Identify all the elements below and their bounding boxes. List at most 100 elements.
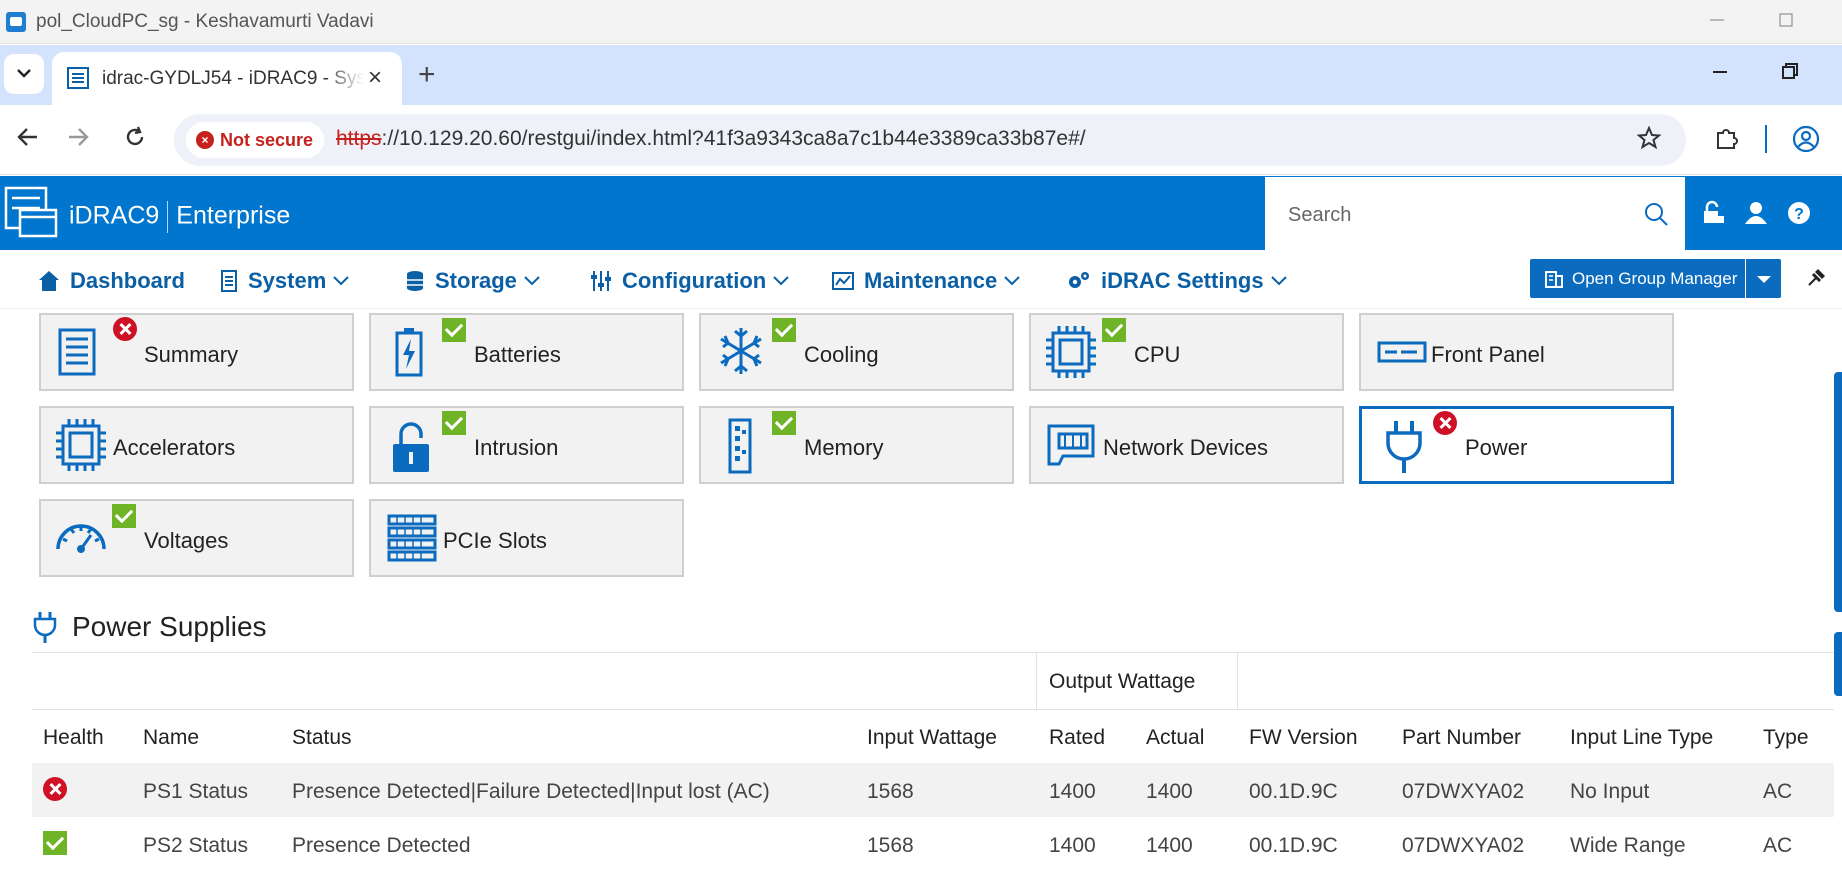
tile-intrusion[interactable]: Intrusion [369, 406, 684, 484]
page-scrollbar-thumb[interactable] [1834, 372, 1842, 612]
tile-accelerators[interactable]: Accelerators [39, 406, 354, 484]
tile-label: Cooling [804, 342, 879, 367]
monitor-chart-icon [832, 272, 854, 290]
not-secure-chip[interactable]: × Not secure [186, 122, 324, 158]
cpu-chip-icon [1046, 326, 1096, 378]
browser-tab-active[interactable]: idrac-GYDLJ54 - iDRAC9 - System × [52, 52, 402, 105]
cell-part-number: 07DWXYA02 [1402, 834, 1525, 857]
group-manager-dropdown-button[interactable] [1746, 259, 1781, 298]
profile-icon[interactable] [1792, 125, 1820, 153]
cell-input-wattage: 1568 [867, 780, 914, 803]
tile-label: Intrusion [474, 435, 559, 460]
cell-name: PS2 Status [143, 834, 249, 857]
col-actual[interactable]: Actual [1146, 726, 1204, 750]
tile-label: Accelerators [113, 435, 236, 460]
minimize-icon [1710, 19, 1724, 21]
cell-fw-version: 00.1D.9C [1249, 780, 1338, 803]
bookmark-star-icon[interactable] [1637, 126, 1661, 150]
side-panel-handle[interactable] [1834, 632, 1842, 696]
chevron-down-icon [773, 276, 789, 286]
search-icon[interactable] [1643, 201, 1669, 227]
status-error-icon [1433, 411, 1457, 435]
cloud-pc-app-icon [6, 12, 26, 32]
url-text[interactable]: https://10.129.20.60/restgui/index.html?… [336, 127, 1086, 151]
tile-power[interactable]: Power [1359, 406, 1674, 484]
tile-summary[interactable]: Summary [39, 313, 354, 391]
url-path: ://10.129.20.60/restgui/index.html?41f3a… [381, 127, 1086, 150]
not-secure-label: Not secure [220, 130, 314, 150]
nav-maintenance-label: Maintenance [864, 268, 998, 293]
col-type[interactable]: Type [1763, 726, 1809, 750]
chevron-down-icon [1004, 276, 1020, 286]
tile-cooling[interactable]: Cooling [699, 313, 1014, 391]
pcie-slots-icon [387, 514, 437, 562]
cell-actual: 1400 [1146, 780, 1193, 803]
tile-label: PCIe Slots [443, 528, 547, 553]
tile-voltages[interactable]: Voltages [39, 499, 354, 577]
cell-status: Presence Detected [292, 834, 471, 857]
lock-icon[interactable] [1700, 200, 1726, 226]
tile-front-panel[interactable]: Front Panel [1359, 313, 1674, 391]
window-title: pol_CloudPC_sg - Keshavamurti Vadavi [36, 11, 374, 32]
url-scheme: https [336, 127, 382, 150]
power-plug-icon [1386, 421, 1422, 473]
status-ok-icon [112, 504, 136, 528]
new-tab-button[interactable]: + [418, 58, 436, 92]
cell-input-line-type: Wide Range [1570, 834, 1686, 857]
status-ok-icon [442, 411, 466, 435]
tile-pcie-slots[interactable]: PCIe Slots [369, 499, 684, 577]
pin-icon[interactable] [1806, 266, 1828, 288]
restore-icon [1782, 63, 1798, 79]
col-name[interactable]: Name [143, 726, 199, 750]
tab-close-icon[interactable]: × [368, 64, 382, 92]
memory-module-icon [728, 418, 752, 474]
server-favicon-icon [67, 67, 89, 89]
window-title-bar: pol_CloudPC_sg - Keshavamurti Vadavi [0, 0, 1842, 44]
forward-arrow-icon[interactable] [68, 126, 90, 148]
tile-cpu[interactable]: CPU [1029, 313, 1344, 391]
tab-search-button[interactable] [4, 54, 44, 94]
group-header-divider [1036, 653, 1037, 709]
user-icon[interactable] [1743, 200, 1769, 226]
nav-idrac-settings[interactable]: iDRAC Settings [1067, 266, 1288, 296]
nav-system[interactable]: System [220, 266, 350, 296]
col-fw-version[interactable]: FW Version [1249, 726, 1358, 750]
help-icon[interactable]: ? [1786, 200, 1812, 226]
tile-label: Power [1465, 435, 1528, 460]
maximize-button[interactable] [1766, 8, 1806, 36]
back-arrow-icon[interactable] [16, 126, 38, 148]
nav-configuration[interactable]: Configuration [590, 266, 790, 296]
nav-dashboard[interactable]: Dashboard [38, 266, 185, 296]
cell-fw-version: 00.1D.9C [1249, 834, 1338, 857]
accelerator-chip-icon [56, 419, 106, 471]
col-health[interactable]: Health [43, 726, 104, 750]
status-ok-icon [442, 318, 466, 342]
tile-memory[interactable]: Memory [699, 406, 1014, 484]
col-input-wattage[interactable]: Input Wattage [867, 726, 997, 750]
status-ok-icon [772, 411, 796, 435]
section-divider [32, 652, 1834, 653]
extensions-puzzle-icon[interactable] [1714, 125, 1740, 151]
network-card-icon [1047, 424, 1095, 466]
search-input[interactable] [1288, 200, 1628, 230]
browser-restore-button[interactable] [1770, 60, 1810, 88]
tile-label: Summary [144, 342, 239, 367]
reload-icon[interactable] [124, 126, 146, 148]
col-part-number[interactable]: Part Number [1402, 726, 1521, 750]
tile-network-devices[interactable]: Network Devices [1029, 406, 1344, 484]
tile-batteries[interactable]: Batteries [369, 313, 684, 391]
col-input-line-type[interactable]: Input Line Type [1570, 726, 1713, 750]
col-rated[interactable]: Rated [1049, 726, 1105, 750]
col-status[interactable]: Status [292, 726, 352, 750]
minimize-button[interactable] [1697, 8, 1737, 36]
database-icon [407, 271, 423, 291]
gears-icon [1069, 272, 1089, 288]
tab-title: idrac-GYDLJ54 - iDRAC9 - System [102, 68, 364, 89]
nav-maintenance[interactable]: Maintenance [832, 266, 1021, 296]
nav-storage[interactable]: Storage [405, 266, 541, 296]
maximize-icon [1779, 13, 1793, 27]
status-ok-icon [772, 318, 796, 342]
open-group-manager-button[interactable]: Open Group Manager [1530, 259, 1745, 298]
browser-minimize-button[interactable] [1700, 60, 1740, 88]
toolbar-divider [1765, 125, 1767, 153]
